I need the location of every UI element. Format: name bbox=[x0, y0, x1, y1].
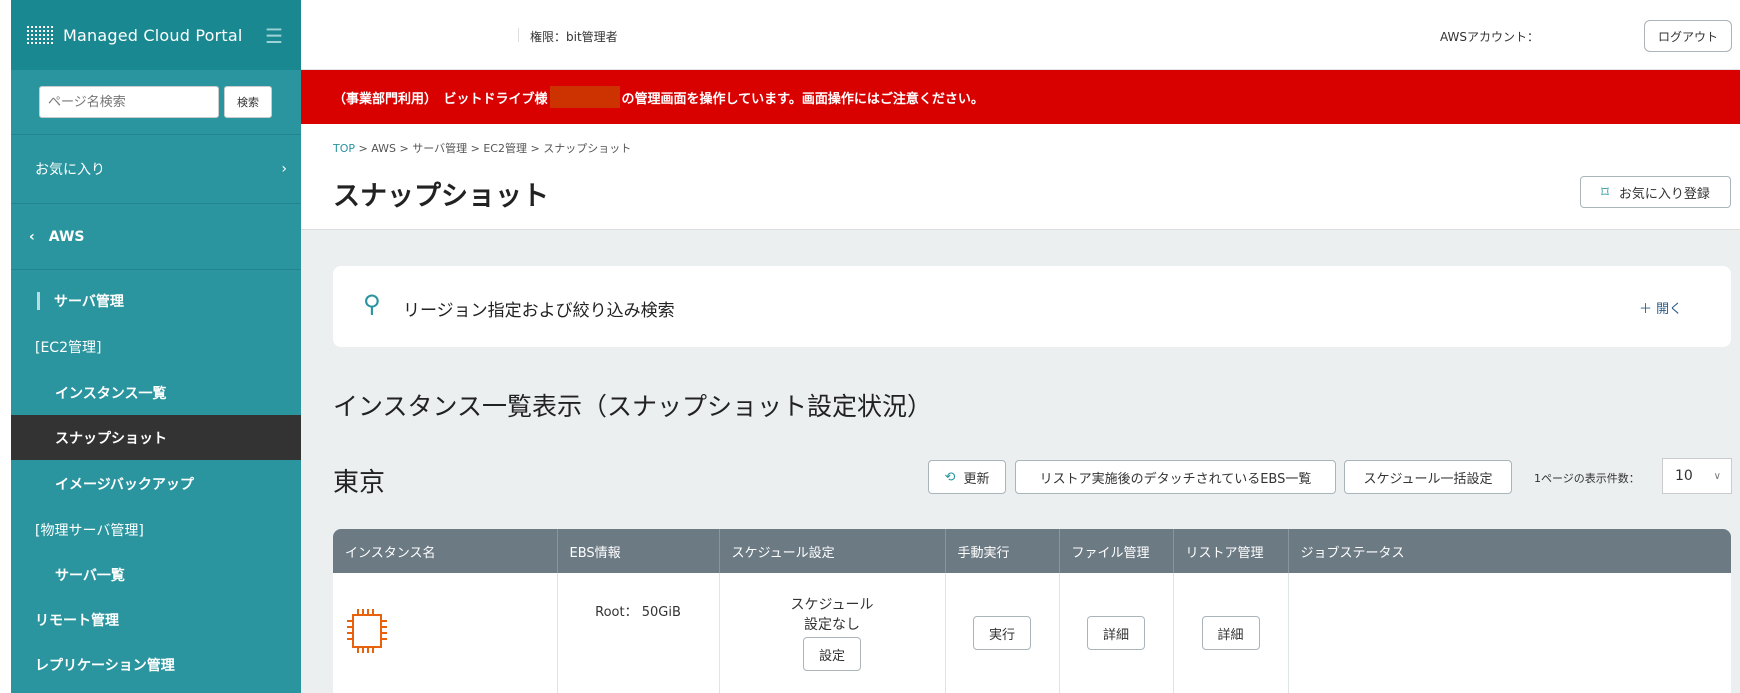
chevron-left-icon: ‹ bbox=[29, 228, 35, 245]
banner-text-prefix: （事業部門利用） ビットドライブ様 bbox=[333, 91, 548, 107]
aws-account-label: AWSアカウント： bbox=[1440, 30, 1540, 44]
sidebar-item-server-management[interactable]: サーバ管理 bbox=[11, 278, 301, 323]
manual-run-cell: 実行 bbox=[945, 573, 1060, 693]
file-detail-button[interactable]: 詳細 bbox=[1087, 616, 1145, 650]
search-icon: ⚲ bbox=[363, 290, 381, 318]
breadcrumb-server[interactable]: サーバ管理 bbox=[412, 142, 467, 155]
logo-icon bbox=[27, 26, 55, 44]
job-status-cell bbox=[1288, 573, 1731, 693]
sidebar-item-label: イメージバックアップ bbox=[55, 476, 194, 493]
schedule-status-line2: 設定なし bbox=[804, 617, 860, 633]
sidebar-item-label: サーバ一覧 bbox=[55, 567, 125, 584]
col-job-status: ジョブステータス bbox=[1288, 529, 1731, 573]
restore-detail-button[interactable]: 詳細 bbox=[1201, 616, 1260, 650]
bookmark-icon: ⌑ bbox=[1601, 183, 1609, 201]
sidebar-item-instance-list[interactable]: インスタンス一覧 bbox=[11, 370, 301, 415]
sidebar-item-label: スナップショット bbox=[55, 430, 167, 447]
favorites-label: お気に入り bbox=[35, 162, 105, 178]
sidebar-item-label: インスタンス一覧 bbox=[55, 385, 167, 402]
refresh-icon: ⟲ bbox=[944, 469, 956, 485]
page-search-button[interactable]: 検索 bbox=[224, 86, 272, 118]
page-search: 検索 bbox=[11, 70, 301, 135]
app-title: Managed Cloud Portal bbox=[63, 25, 243, 45]
favorite-register-label: お気に入り登録 bbox=[1618, 186, 1710, 202]
sidebar-item-label: [EC2管理] bbox=[35, 339, 102, 356]
sidebar-favorites[interactable]: お気に入り › bbox=[11, 135, 301, 204]
col-ebs: EBS情報 bbox=[557, 529, 720, 573]
sidebar-group-physical: [物理サーバ管理] bbox=[11, 507, 301, 552]
col-restore-management: リストア管理 bbox=[1173, 529, 1289, 573]
breadcrumb-top[interactable]: TOP bbox=[333, 142, 355, 155]
sidebar-group-ec2: [EC2管理] bbox=[11, 324, 301, 369]
table-header-row: インスタンス名 EBS情報 スケジュール設定 手動実行 ファイル管理 リストア管… bbox=[333, 529, 1731, 573]
sidebar-item-snapshot[interactable]: スナップショット bbox=[11, 415, 301, 460]
breadcrumb-aws[interactable]: AWS bbox=[371, 142, 396, 155]
ebs-cell: Root： 50GiB bbox=[557, 573, 720, 693]
instance-table: インスタンス名 EBS情報 スケジュール設定 手動実行 ファイル管理 リストア管… bbox=[333, 529, 1731, 693]
page-search-input[interactable] bbox=[39, 86, 219, 118]
sidebar-item-label: サーバ管理 bbox=[54, 293, 124, 310]
chevron-down-icon: ∨ bbox=[1713, 470, 1721, 482]
filter-toggle[interactable]: ＋ 開く bbox=[1639, 298, 1682, 317]
sidebar: Managed Cloud Portal ☰ 検索 お気に入り › ‹ AWS … bbox=[11, 0, 301, 693]
schedule-setting-button[interactable]: 設定 bbox=[803, 637, 861, 671]
sidebar-item-label: レプリケーション管理 bbox=[35, 657, 175, 674]
aws-label: AWS bbox=[48, 228, 85, 245]
col-manual-run: 手動実行 bbox=[945, 529, 1060, 573]
banner-text-suffix: の管理画面を操作しています。画面操作にはご注意ください。 bbox=[621, 91, 984, 107]
page-title: スナップショット bbox=[333, 181, 549, 212]
per-page-label: 1ページの表示件数： bbox=[1534, 472, 1640, 485]
bulk-schedule-button[interactable]: スケジュール一括設定 bbox=[1344, 460, 1512, 494]
ec2-instance-icon bbox=[347, 609, 387, 653]
sidebar-item-server-list[interactable]: サーバ一覧 bbox=[11, 552, 301, 597]
region-title: 東京 bbox=[333, 468, 386, 498]
favorite-register-button[interactable]: ⌑ お気に入り登録 bbox=[1580, 176, 1731, 208]
schedule-cell: スケジュール 設定なし 設定 bbox=[719, 573, 946, 693]
warning-banner: （事業部門利用） ビットドライブ様 の管理画面を操作しています。画面操作にはご注… bbox=[301, 70, 1740, 124]
page-header: TOP > AWS > サーバ管理 > EC2管理 > スナップショット スナッ… bbox=[301, 124, 1740, 230]
sidebar-item-remote[interactable]: リモート管理 bbox=[11, 597, 301, 642]
filter-panel[interactable]: ⚲ リージョン指定および絞り込み検索 ＋ 開く bbox=[333, 266, 1731, 347]
file-management-cell: 詳細 bbox=[1059, 573, 1174, 693]
run-button[interactable]: 実行 bbox=[973, 616, 1031, 650]
filter-label: リージョン指定および絞り込み検索 bbox=[403, 301, 675, 321]
breadcrumb-current: スナップショット bbox=[543, 142, 632, 155]
section-marker bbox=[37, 291, 40, 310]
schedule-status: スケジュール 設定なし bbox=[720, 595, 945, 635]
sidebar-aws[interactable]: ‹ AWS bbox=[11, 204, 301, 270]
refresh-button[interactable]: ⟲ 更新 bbox=[928, 460, 1006, 494]
role-label: 権限：bit管理者 bbox=[530, 30, 618, 44]
detached-ebs-button[interactable]: リストア実施後のデタッチされているEBS一覧 bbox=[1015, 460, 1336, 494]
logo-bar: Managed Cloud Portal ☰ bbox=[11, 0, 301, 70]
col-file-management: ファイル管理 bbox=[1059, 529, 1174, 573]
col-schedule: スケジュール設定 bbox=[719, 529, 946, 573]
instance-cell bbox=[333, 573, 558, 693]
refresh-label: 更新 bbox=[963, 471, 990, 487]
schedule-status-line1: スケジュール bbox=[790, 597, 874, 613]
breadcrumb-ec2[interactable]: EC2管理 bbox=[483, 142, 527, 155]
sidebar-item-replication[interactable]: レプリケーション管理 bbox=[11, 642, 301, 687]
col-instance-name: インスタンス名 bbox=[333, 529, 558, 573]
sidebar-item-label: リモート管理 bbox=[35, 612, 119, 629]
table-row: Root： 50GiB スケジュール 設定なし 設定 実行 詳細 詳細 bbox=[333, 573, 1731, 693]
top-header: 権限：bit管理者 AWSアカウント： ログアウト bbox=[301, 0, 1740, 70]
section-title: インスタンス一覧表示（スナップショット設定状況） bbox=[333, 392, 933, 421]
per-page-value: 10 bbox=[1675, 468, 1693, 484]
hamburger-menu-icon[interactable]: ☰ bbox=[265, 24, 283, 48]
chevron-right-icon: › bbox=[281, 161, 287, 177]
logout-button[interactable]: ログアウト bbox=[1644, 20, 1732, 52]
restore-management-cell: 詳細 bbox=[1173, 573, 1289, 693]
redacted-name bbox=[549, 86, 620, 108]
per-page-select[interactable]: 10 ∨ bbox=[1662, 458, 1732, 494]
sidebar-item-label: [物理サーバ管理] bbox=[35, 522, 144, 539]
breadcrumb: TOP > AWS > サーバ管理 > EC2管理 > スナップショット bbox=[333, 142, 632, 155]
sidebar-item-image-backup[interactable]: イメージバックアップ bbox=[11, 461, 301, 506]
